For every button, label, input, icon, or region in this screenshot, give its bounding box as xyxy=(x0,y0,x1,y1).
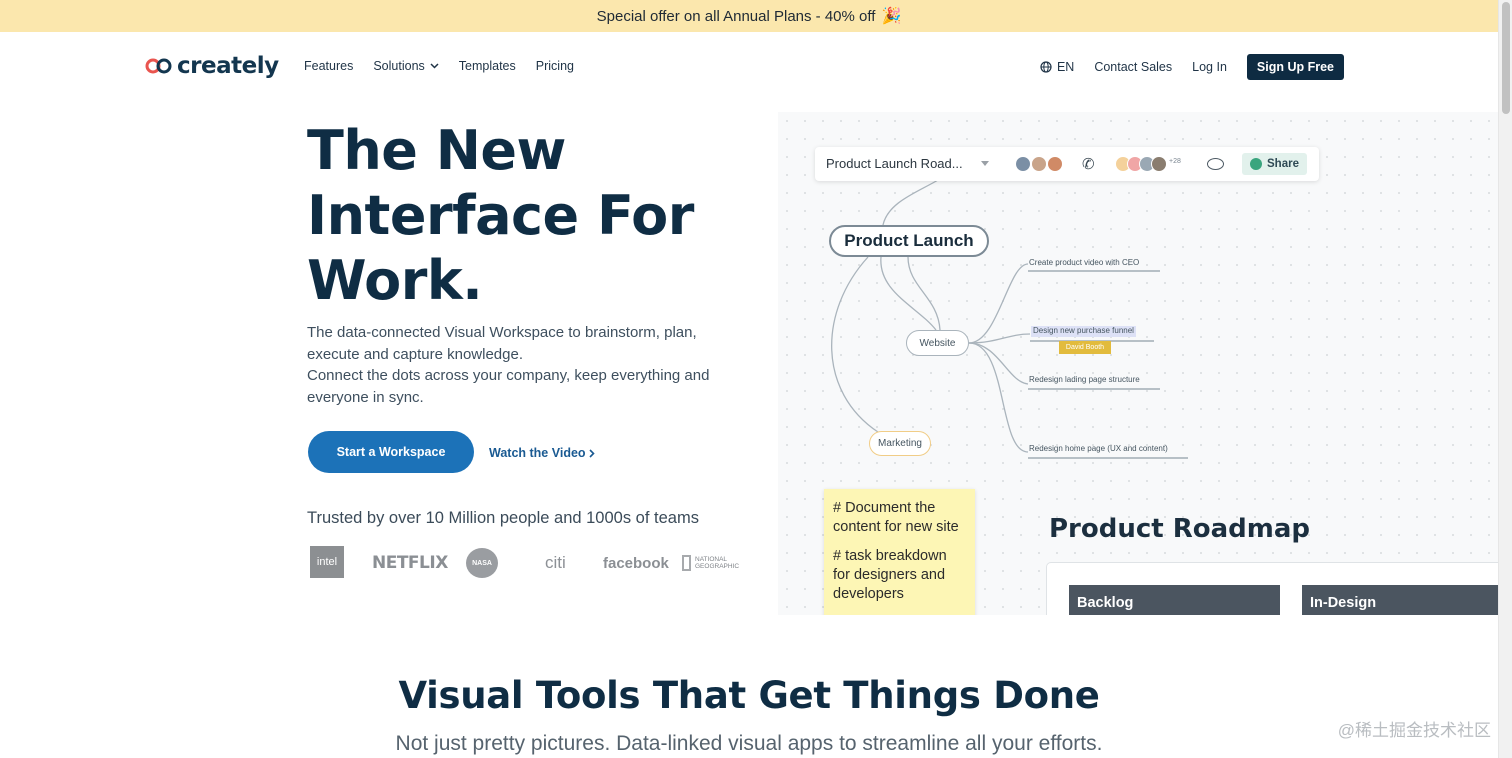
hero-subtitle-line: everyone in sync. xyxy=(307,388,424,406)
app-preview: Product Launch Road... ✆ +28 Share Produ… xyxy=(778,112,1498,615)
mindmap-root-node[interactable]: Product Launch xyxy=(829,225,989,257)
nav-features[interactable]: Features xyxy=(304,59,353,73)
brand-name: creately xyxy=(177,53,279,79)
party-popper-icon: 🎉 xyxy=(881,8,902,25)
phone-icon[interactable]: ✆ xyxy=(1082,155,1095,173)
natgeo-frame-icon xyxy=(682,555,691,571)
nav-actions: EN Contact Sales Log In Sign Up Free xyxy=(1040,54,1344,80)
login-link[interactable]: Log In xyxy=(1192,60,1227,74)
mindmap-task[interactable]: Redesign home page (UX and content) xyxy=(1029,444,1168,455)
hero-subtitle-line: execute and capture knowledge. xyxy=(307,345,523,363)
kanban-column-backlog[interactable]: Backlog xyxy=(1069,585,1280,615)
share-icon xyxy=(1250,158,1263,170)
task-underline xyxy=(1028,388,1160,390)
hero-title: The New Interface For Work. xyxy=(307,118,767,313)
language-selector[interactable]: EN xyxy=(1040,60,1074,74)
national-geographic-logo: NATIONAL GEOGRAPHIC xyxy=(682,546,739,580)
signup-button[interactable]: Sign Up Free xyxy=(1246,54,1344,80)
top-navigation: creately Features Solutions Templates Pr… xyxy=(0,32,1498,102)
avatar xyxy=(1047,156,1063,172)
sticky-note-line: # task breakdown xyxy=(833,548,947,564)
task-underline xyxy=(1028,270,1160,272)
hero-title-line: The New xyxy=(307,119,566,182)
editor-toolbar: Product Launch Road... ✆ +28 Share xyxy=(815,147,1319,181)
nav-solutions[interactable]: Solutions xyxy=(373,59,439,73)
kanban-column-in-design[interactable]: In-Design xyxy=(1302,585,1498,615)
sticky-note-para: # task breakdown for designers and devel… xyxy=(833,547,966,604)
chevron-down-icon xyxy=(430,63,439,69)
watch-video-label: Watch the Video xyxy=(489,446,586,460)
avatar xyxy=(1151,156,1167,172)
mindmap-task[interactable]: Redesign lading page structure xyxy=(1029,375,1140,386)
collaborator-count: +28 xyxy=(1169,158,1181,165)
mindmap-website-node[interactable]: Website xyxy=(906,330,969,356)
contact-sales-link[interactable]: Contact Sales xyxy=(1094,60,1172,74)
mindmap-task[interactable]: Design new purchase funnel xyxy=(1031,326,1136,337)
nav-templates[interactable]: Templates xyxy=(459,59,516,73)
natgeo-wordmark: NATIONAL GEOGRAPHIC xyxy=(695,556,739,570)
natgeo-line: NATIONAL xyxy=(695,556,728,563)
mindmap-task[interactable]: Create product video with CEO xyxy=(1029,258,1139,269)
scrollbar-thumb[interactable] xyxy=(1502,2,1510,114)
avatar xyxy=(1015,156,1031,172)
nav-solutions-label: Solutions xyxy=(373,59,425,73)
assignee-tag: David Booth xyxy=(1059,341,1111,354)
section-subtitle: Not just pretty pictures. Data-linked vi… xyxy=(395,732,1103,755)
chevron-right-icon xyxy=(588,448,595,458)
facebook-logo: facebook xyxy=(603,554,669,572)
watermark: @稀土掘金技术社区 xyxy=(1337,721,1491,740)
hero-subtitle: The data-connected Visual Workspace to b… xyxy=(307,322,727,408)
sticky-note-line: for designers and xyxy=(833,567,946,583)
logo-mark-icon xyxy=(145,58,172,74)
avatar xyxy=(1031,156,1047,172)
nav-links: Features Solutions Templates Pricing xyxy=(304,59,574,73)
caret-down-icon[interactable] xyxy=(981,161,989,166)
hero-subtitle-line: Connect the dots across your company, ke… xyxy=(307,367,710,384)
document-name[interactable]: Product Launch Road... xyxy=(826,156,963,171)
sticky-note-line: content for new site xyxy=(833,519,959,535)
sticky-note-line: # Document the xyxy=(833,500,936,516)
hero-subtitle-line: The data-connected Visual Workspace to b… xyxy=(307,324,697,341)
roadmap-title: Product Roadmap xyxy=(1049,514,1311,544)
creately-logo[interactable]: creately xyxy=(145,53,279,79)
hero-title-line: Work. xyxy=(307,249,483,312)
nasa-logo: NASA xyxy=(466,548,498,578)
sticky-note-para: # Document the content for new site xyxy=(833,499,966,537)
sticky-note[interactable]: # Document the content for new site # ta… xyxy=(824,489,975,615)
task-underline xyxy=(1028,457,1188,459)
share-label: Share xyxy=(1267,158,1299,170)
promo-text: Special offer on all Annual Plans - 40% … xyxy=(596,7,876,25)
page-scrollbar[interactable] xyxy=(1498,0,1512,758)
intel-logo: intel xyxy=(310,546,344,578)
kanban-board: Backlog In-Design xyxy=(1046,562,1498,615)
trusted-text: Trusted by over 10 Million people and 10… xyxy=(307,509,699,527)
chat-icon[interactable] xyxy=(1207,158,1224,170)
natgeo-line: GEOGRAPHIC xyxy=(695,563,740,570)
citi-logo: citi xyxy=(545,553,566,572)
sticky-note-line: developers xyxy=(833,586,904,602)
promo-banner[interactable]: Special offer on all Annual Plans - 40% … xyxy=(0,0,1498,32)
language-label: EN xyxy=(1056,60,1075,74)
hero-title-line: Interface For xyxy=(307,184,694,247)
watch-video-link[interactable]: Watch the Video xyxy=(489,446,595,460)
globe-icon xyxy=(1040,61,1052,73)
share-button[interactable]: Share xyxy=(1242,153,1307,175)
nav-pricing[interactable]: Pricing xyxy=(536,59,574,73)
start-workspace-button[interactable]: Start a Workspace xyxy=(308,431,474,473)
section-title: Visual Tools That Get Things Done xyxy=(398,674,1100,717)
mindmap-marketing-node[interactable]: Marketing xyxy=(869,431,931,456)
netflix-logo: NETFLIX xyxy=(372,553,448,573)
